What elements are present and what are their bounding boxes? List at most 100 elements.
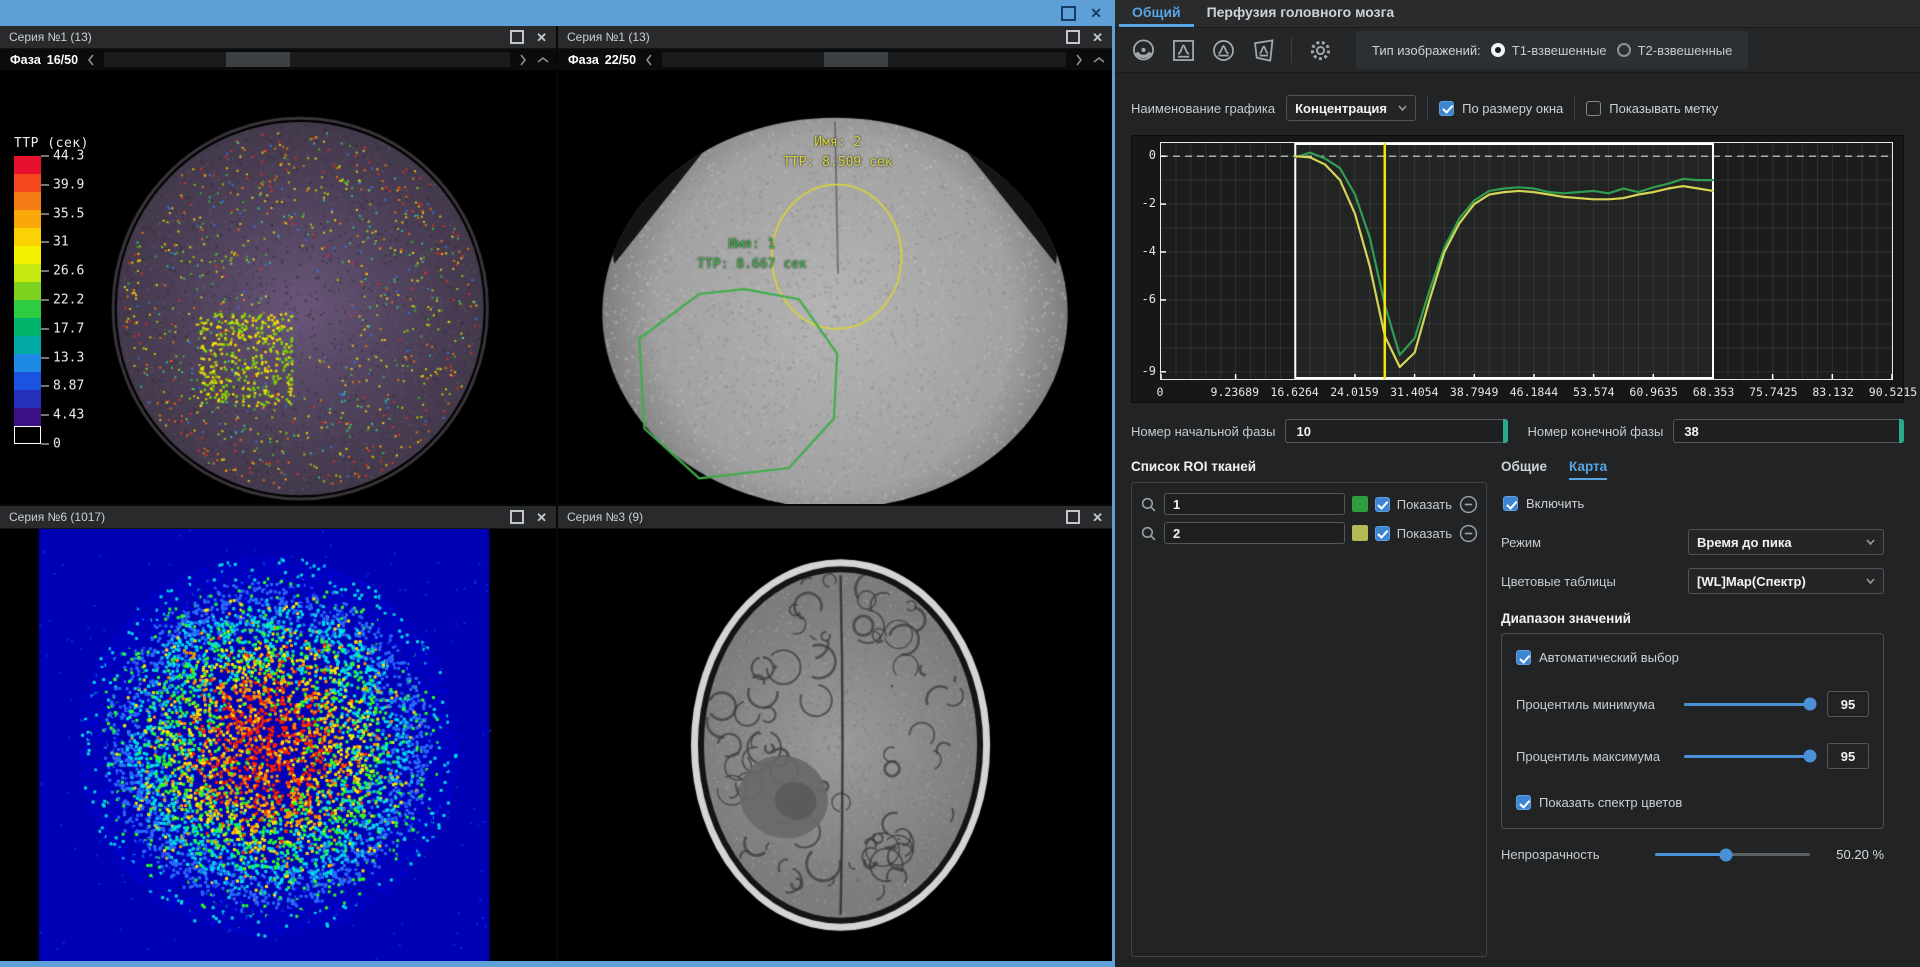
phase-next-button[interactable] [1072, 53, 1086, 67]
phase-label: Фаза [10, 53, 41, 67]
roi-name-input[interactable]: 2 [1164, 522, 1345, 544]
end-phase-label: Номер конечной фазы [1528, 424, 1664, 439]
viewport-close-icon[interactable]: ✕ [536, 31, 547, 44]
checkbox-icon[interactable] [1503, 496, 1518, 511]
ttp-image[interactable]: TTP (сек) 44.339.935.53126.622.217.713.3… [0, 70, 556, 504]
phase-prev-button[interactable] [642, 53, 656, 67]
checkbox-icon[interactable] [1375, 497, 1390, 512]
viewer-close-button[interactable]: ✕ [1090, 6, 1102, 20]
map-tabs: Общие Карта [1501, 459, 1884, 480]
show-mark-checkbox[interactable]: Показывать метку [1586, 101, 1718, 116]
x-tick-label: 68.353 [1693, 385, 1735, 399]
roi-name-input[interactable]: 1 [1164, 493, 1345, 515]
percentile-min-value[interactable]: 95 [1827, 691, 1869, 717]
viewport-maximize-icon[interactable] [510, 510, 524, 524]
colorbar-scale [14, 156, 41, 444]
viewport-maximize-icon[interactable] [1066, 510, 1080, 524]
phase-next-button[interactable] [516, 53, 530, 67]
viewport-close-icon[interactable]: ✕ [1092, 511, 1103, 524]
start-phase-label: Номер начальной фазы [1131, 424, 1275, 439]
scroll-up-icon[interactable] [536, 53, 550, 67]
checkbox-icon[interactable] [1439, 101, 1454, 116]
phase-range-row: Номер начальной фазы 10 Номер конечной ф… [1131, 419, 1904, 443]
remove-roi-icon[interactable] [1459, 524, 1478, 543]
radio-icon[interactable] [1491, 43, 1505, 57]
checkbox-icon[interactable] [1375, 526, 1390, 541]
chevron-down-icon [1866, 539, 1875, 545]
circle-curve-tool-button[interactable] [1205, 33, 1241, 67]
polygon-curve-tool-button[interactable] [1245, 33, 1281, 67]
checkbox-icon[interactable] [1516, 650, 1531, 665]
roi-image[interactable]: Имя: 2 TTP: 8.509 сек Имя: 1 TTP: 8.667 … [558, 70, 1112, 504]
fit-window-checkbox[interactable]: По размеру окна [1439, 101, 1563, 116]
percentile-min-label: Процентиль минимума [1516, 697, 1684, 712]
phase-scrollbar[interactable] [104, 52, 510, 67]
tab-brain-perfusion[interactable]: Перфузия головного мозга [1194, 0, 1408, 27]
opacity-slider[interactable] [1655, 853, 1810, 856]
image-type-group: Тип изображений: Т1-взвешенные Т2-взвеше… [1356, 31, 1748, 69]
input-accent-cap [1503, 419, 1508, 443]
viewport-maximize-icon[interactable] [510, 30, 524, 44]
viewport-titlebar: Серия №3 (9) ✕ [558, 506, 1112, 529]
radio-t1-weighted[interactable]: Т1-взвешенные [1491, 43, 1607, 58]
phase-label: Фаза [568, 53, 599, 67]
chart-plot[interactable] [1160, 142, 1893, 380]
percentile-max-slider[interactable] [1684, 755, 1815, 758]
checkbox-icon[interactable] [1516, 795, 1531, 810]
viewer-window-bottom-border [0, 961, 1112, 967]
phase-scrollbar-thumb[interactable] [226, 52, 290, 67]
tab-map[interactable]: Карта [1569, 459, 1607, 480]
palette-select[interactable]: [WL]Map(Спектр) [1688, 568, 1884, 594]
percentile-max-value[interactable]: 95 [1827, 743, 1869, 769]
viewport-perfusion-map: Серия №6 (1017) ✕ [0, 506, 556, 961]
checkbox-icon[interactable] [1586, 101, 1601, 116]
viewport-close-icon[interactable]: ✕ [1092, 31, 1103, 44]
start-phase-input[interactable]: 10 [1285, 419, 1507, 443]
end-phase-input[interactable]: 38 [1673, 419, 1904, 443]
disc-tool-button[interactable] [1125, 33, 1161, 67]
y-tick-label: -9 [1142, 364, 1156, 378]
phase-scrollbar[interactable] [662, 52, 1066, 67]
opacity-value: 50.20 % [1836, 847, 1884, 862]
remove-roi-icon[interactable] [1459, 495, 1478, 514]
roi-annotation-2: Имя: 2 TTP: 8.509 сек [783, 133, 893, 173]
phase-prev-button[interactable] [84, 53, 98, 67]
viewer-window-titlebar: ✕ [0, 0, 1112, 26]
roi-annotation-1: Имя: 1 TTP: 8.667 сек [697, 235, 807, 275]
rect-curve-tool-button[interactable] [1165, 33, 1201, 67]
radio-t2-weighted[interactable]: Т2-взвешенные [1617, 43, 1733, 58]
radio-icon[interactable] [1617, 43, 1631, 57]
input-accent-cap [1899, 419, 1904, 443]
x-tick-label: 75.7425 [1749, 385, 1797, 399]
scroll-up-icon[interactable] [1092, 53, 1106, 67]
viewport-title: Серия №6 (1017) [9, 510, 105, 524]
viewport-t1: Серия №3 (9) ✕ [558, 506, 1112, 961]
phase-scrollbar-thumb[interactable] [824, 52, 888, 67]
search-icon[interactable] [1140, 496, 1157, 513]
search-icon[interactable] [1140, 525, 1157, 542]
t1-image[interactable] [558, 529, 1112, 961]
y-tick-label: -4 [1142, 244, 1156, 258]
enable-map-checkbox[interactable]: Включить [1503, 496, 1884, 511]
graph-name-select[interactable]: Концентрация [1286, 95, 1416, 121]
show-spectrum-checkbox[interactable]: Показать спектр цветов [1516, 795, 1869, 810]
chevron-down-icon [1866, 578, 1875, 584]
viewport-close-icon[interactable]: ✕ [536, 511, 547, 524]
range-group: Автоматический выбор Процентиль минимума… [1501, 633, 1884, 829]
viewport-maximize-icon[interactable] [1066, 30, 1080, 44]
percentile-max-row: Процентиль максимума 95 [1516, 743, 1869, 769]
opacity-label: Непрозрачность [1501, 847, 1641, 862]
percentile-min-slider[interactable] [1684, 703, 1815, 706]
tab-general[interactable]: Общий [1119, 0, 1194, 27]
divider [1427, 95, 1428, 121]
mode-select[interactable]: Время до пика [1688, 529, 1884, 555]
perfusion-image[interactable] [0, 529, 556, 961]
colorbar-labels: 44.339.935.53126.622.217.713.38.874.430 [41, 156, 101, 444]
settings-gear-button[interactable] [1302, 33, 1338, 67]
roi-color-swatch[interactable] [1352, 496, 1368, 512]
auto-select-checkbox[interactable]: Автоматический выбор [1516, 650, 1869, 665]
panel-body: Наименование графика Концентрация По раз… [1115, 73, 1920, 967]
roi-color-swatch[interactable] [1352, 525, 1368, 541]
viewer-maximize-button[interactable] [1061, 6, 1076, 21]
tab-common[interactable]: Общие [1501, 459, 1547, 480]
